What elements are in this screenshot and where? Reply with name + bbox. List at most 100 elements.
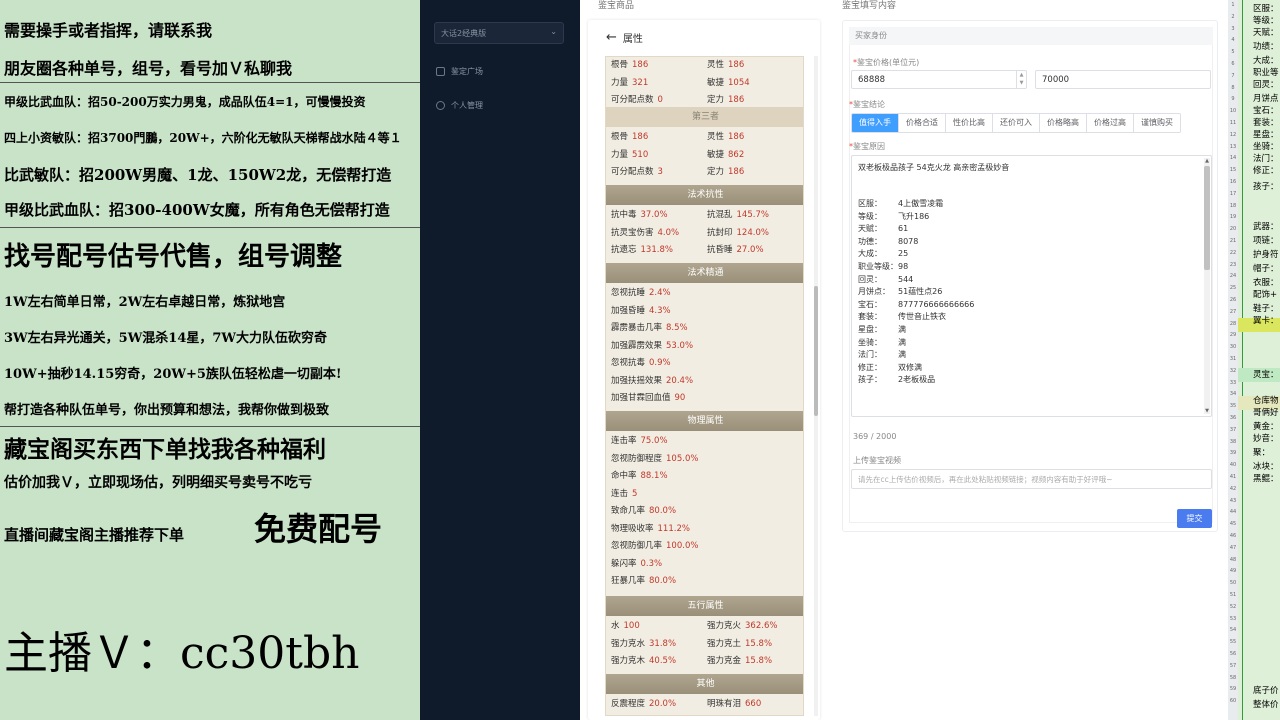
attribute-key: 连击率	[611, 436, 637, 446]
attribute-key: 物理吸收率	[611, 523, 654, 534]
scrollbar-thumb[interactable]	[1204, 166, 1210, 270]
attribute-key: 忽视防御几率	[611, 541, 663, 551]
attribute-key: 定力	[707, 167, 725, 177]
row-number: 48	[1229, 556, 1237, 563]
reason-key: 等级：	[858, 211, 882, 221]
nav-item-appraisal-square[interactable]: 鉴定广场	[436, 66, 483, 77]
attribute-cell: 抗遗忘 131.8%	[611, 243, 673, 255]
row-number: 16	[1229, 179, 1237, 185]
goods-section-title: 鉴宝商品	[598, 1, 635, 11]
reason-line: 星盘： 满	[858, 324, 906, 336]
reason-scrollbar[interactable]: ▲ ▼	[1204, 158, 1210, 414]
attribute-value: 3	[657, 167, 663, 177]
submit-button[interactable]: 提交	[1177, 509, 1212, 528]
attribute-value: 15.8%	[745, 638, 773, 649]
tab-too-high[interactable]: 价格过高	[1087, 114, 1134, 132]
reason-line: 天赋： 61	[858, 223, 908, 235]
strip-label: 大成：	[1253, 56, 1279, 66]
row-number: 50	[1229, 580, 1237, 587]
price-max-input[interactable]: 70000	[1035, 70, 1211, 89]
attribute-row: 水 100 强力克火 362.6%	[606, 616, 803, 634]
attribute-back-button[interactable]: ← 属性	[606, 30, 643, 46]
result-tabs: 值得入手 价格合适 性价比高 还价可入 价格略高 价格过高 谨慎购买	[851, 113, 1181, 133]
reason-key: 法门：	[858, 350, 882, 360]
attribute-key: 力量	[611, 77, 629, 88]
reason-textarea[interactable]: 双老板极品孩子 54克火龙 高亲密孟极妙音 区服： 4上傲雪凌霜 等级： 飞升186 天…	[851, 155, 1212, 417]
attribute-row: 加强扶摇效果 20.4%	[606, 371, 803, 389]
reason-value: 877776666666666	[898, 299, 975, 309]
reason-key: 套装：	[858, 312, 882, 322]
row-number: 17	[1229, 190, 1237, 197]
attribute-cell: 命中率 88.1%	[611, 469, 668, 481]
strip-label: 天赋：	[1253, 28, 1279, 38]
stepper-icon[interactable]: ▲ ▼	[1016, 71, 1026, 88]
tab-good-value[interactable]: 性价比高	[946, 114, 993, 132]
overlay-line: 10W+抽秒14.15穷奇，20W+5族队伍轻松虐一切副本!	[4, 367, 342, 382]
row-number: 44	[1229, 509, 1237, 516]
row-number: 47	[1229, 544, 1237, 551]
row-number: 60	[1229, 698, 1237, 705]
reason-key: 职业等级：	[858, 262, 898, 271]
scroll-down-icon[interactable]: ▼	[1204, 408, 1210, 414]
strip-label: 回灵：	[1253, 80, 1279, 90]
tab-slightly-high[interactable]: 价格略高	[1040, 114, 1087, 132]
row-number: 37	[1229, 426, 1237, 433]
attribute-value: 124.0%	[736, 227, 769, 238]
row-number: 35	[1229, 403, 1237, 410]
row-number-gutter: 1 2 3 4 5 6 7 8 9 10 11 12 13 14 15 16 17 18 19 20 21 22 23 24 2…	[1228, 0, 1238, 720]
attribute-key: 霹雳暴击几率	[611, 323, 663, 333]
attribute-scrollbar[interactable]	[814, 56, 818, 716]
row-number: 58	[1229, 674, 1237, 681]
attribute-row: 反震程度 20.0% 明珠有泪 660	[606, 694, 803, 712]
attribute-title: 属性	[622, 34, 643, 45]
reason-headline: 双老板极品孩子 54克火龙 高亲密孟极妙音	[858, 163, 1010, 172]
attribute-key: 抗遗忘	[611, 245, 637, 255]
attribute-block-header: 法术抗性	[606, 185, 803, 205]
scroll-up-icon[interactable]: ▲	[1204, 158, 1210, 164]
attribute-cell: 狂暴几率 80.0%	[611, 574, 676, 586]
attribute-cell: 力量 510	[611, 148, 648, 160]
nav-item-personal[interactable]: 个人管理	[436, 100, 483, 111]
overlay-line: 估价加我Ｖ，立即现场估，列明细买号卖号不吃亏	[4, 475, 312, 491]
attribute-key: 抗灵宝伤害	[611, 227, 654, 238]
strip-label: 仓库物	[1253, 396, 1279, 406]
overlay-divider	[0, 426, 420, 427]
reason-key: 坐骑：	[858, 337, 882, 347]
attribute-row: 加强甘霖回血值 90	[606, 388, 803, 406]
attribute-row: 力量 321 敏捷 1054	[606, 73, 803, 91]
tab-negotiable[interactable]: 还价可入	[993, 114, 1040, 132]
tab-worth-buying[interactable]: 值得入手	[852, 114, 899, 132]
attribute-cell: 可分配点数 0	[611, 93, 663, 105]
reason-value: 飞升186	[898, 211, 930, 221]
video-link-input[interactable]: 请先在cc上传估价视频后，再在此处粘贴视频链接；视频内容有助于好评哦~	[851, 469, 1212, 489]
attribute-cell: 抗中毒 37.0%	[611, 208, 668, 220]
attribute-value: 100.0%	[666, 541, 699, 551]
attribute-value: 0.9%	[649, 358, 671, 368]
attribute-key: 加强扶摇效果	[611, 375, 663, 386]
scrollbar-thumb[interactable]	[814, 286, 818, 416]
chevron-down-icon: ⌄	[550, 27, 557, 36]
attribute-cell: 忽视抗睡 2.4%	[611, 286, 671, 298]
tab-buy-cautiously[interactable]: 谨慎购买	[1134, 114, 1180, 132]
attribute-key: 命中率	[611, 471, 637, 481]
price-min-input[interactable]: 68888 ▲ ▼	[851, 70, 1027, 89]
strip-label: 坐骑：	[1253, 142, 1279, 152]
row-number: 57	[1229, 662, 1237, 669]
price-max-value: 70000	[1042, 75, 1070, 85]
attribute-cell: 水 100	[611, 619, 640, 631]
game-version-value: 大话2经典版	[441, 29, 487, 38]
attribute-value: 75.0%	[640, 436, 668, 446]
reason-value: 满	[898, 350, 906, 360]
row-number: 30	[1229, 344, 1237, 351]
tab-fair-price[interactable]: 价格合适	[899, 114, 946, 132]
attribute-value: 100	[623, 621, 640, 631]
strip-label: 黑鲲：	[1253, 474, 1279, 484]
attribute-cell: 力量 321	[611, 76, 648, 88]
nav-item-label: 个人管理	[451, 101, 483, 110]
row-number: 3	[1231, 25, 1235, 32]
attribute-row: 加强昏睡 4.3%	[606, 301, 803, 319]
row-number: 27	[1229, 308, 1237, 315]
game-version-select[interactable]: 大话2经典版 ⌄	[434, 22, 564, 44]
attribute-row: 根骨 186 灵性 186	[606, 57, 803, 73]
row-number: 9	[1231, 96, 1235, 103]
